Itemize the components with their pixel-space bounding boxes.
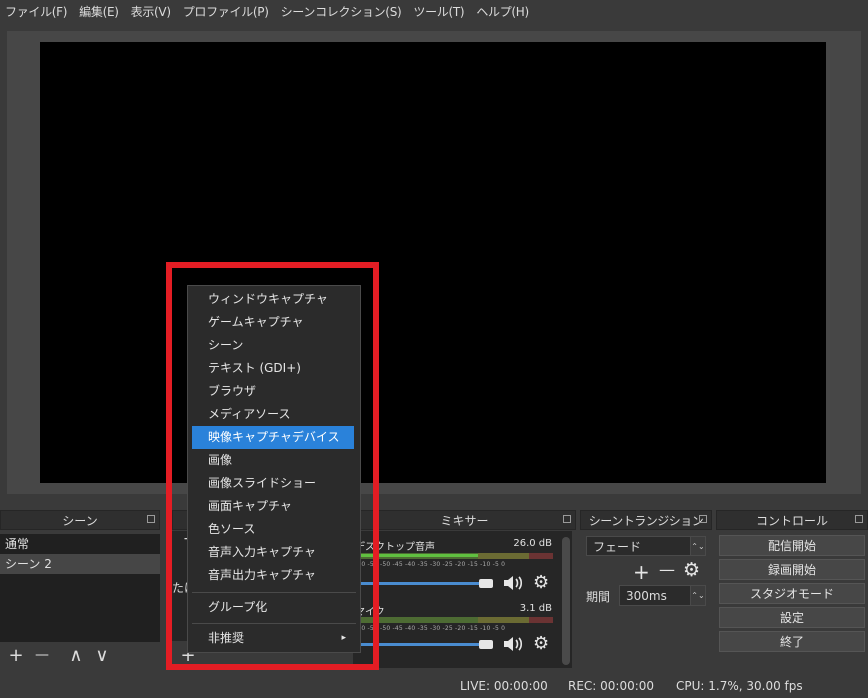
gear-icon[interactable]: ⚙ [533, 633, 549, 654]
mixer-track-db: 3.1 dB [519, 603, 552, 614]
settings-button[interactable]: 設定 [719, 607, 865, 628]
preview-canvas[interactable] [40, 42, 826, 483]
menu-edit[interactable]: 編集(E) [74, 3, 125, 20]
duration-label: 期間 [586, 590, 611, 604]
float-dock-icon[interactable] [563, 515, 571, 523]
status-live: LIVE: 00:00:00 [460, 679, 548, 693]
speaker-icon[interactable] [502, 574, 524, 592]
mixer-dock-title: ミキサー [353, 510, 576, 530]
scenes-toolbar: + — ∧ ∨ [6, 644, 112, 666]
scene-list: 通常 シーン 2 [0, 534, 160, 642]
move-scene-down-icon[interactable]: ∨ [92, 645, 112, 666]
scenes-title: シーン [62, 513, 98, 528]
select-arrows-icon: ⌃⌄ [690, 537, 705, 555]
duration-value: 300ms [626, 588, 667, 603]
transition-select-value: フェード [593, 539, 642, 554]
float-dock-icon[interactable] [147, 515, 155, 523]
mixer-scrollbar[interactable] [562, 537, 570, 665]
move-scene-up-icon[interactable]: ∧ [66, 645, 86, 666]
speaker-icon[interactable] [502, 635, 524, 653]
scene-item[interactable]: 通常 [0, 534, 160, 554]
controls-dock-title: コントロール [716, 510, 868, 530]
spin-arrows-icon[interactable]: ⌃⌄ [690, 586, 705, 605]
menu-bar: ファイル(F) 編集(E) 表示(V) プロファイル(P) シーンコレクション(… [0, 0, 868, 22]
remove-transition-icon[interactable]: — [659, 560, 675, 579]
volume-slider-handle[interactable] [479, 640, 493, 649]
remove-scene-icon[interactable]: — [32, 647, 52, 663]
add-transition-icon[interactable]: + [633, 560, 650, 584]
start-recording-button[interactable]: 録画開始 [719, 559, 865, 580]
mixer-body: デスクトップ音声 26.0 dB -60 -55 -50 -45 -40 -35… [353, 531, 572, 668]
duration-spinbox[interactable]: 300ms ⌃⌄ [619, 585, 706, 606]
transitions-dock-title: シーントランジション [580, 510, 712, 530]
mixer-title: ミキサー [440, 513, 489, 528]
annotation-highlight-box [166, 262, 379, 670]
menu-file[interactable]: ファイル(F) [0, 3, 74, 20]
status-cpu: CPU: 1.7%, 30.00 fps [676, 679, 803, 693]
transitions-title: シーントランジション [588, 513, 704, 528]
controls-title: コントロール [755, 513, 828, 528]
mixer-track-db: 26.0 dB [513, 538, 552, 549]
status-rec: REC: 00:00:00 [568, 679, 655, 693]
audio-meter [355, 617, 553, 623]
transition-select[interactable]: フェード ⌃⌄ [586, 536, 706, 556]
studio-mode-button[interactable]: スタジオモード [719, 583, 865, 604]
menu-help[interactable]: ヘルプ(H) [471, 3, 536, 20]
gear-icon[interactable]: ⚙ [683, 559, 700, 581]
menu-scene-collection[interactable]: シーンコレクション(S) [276, 3, 409, 20]
menu-tools[interactable]: ツール(T) [408, 3, 471, 20]
gear-icon[interactable]: ⚙ [533, 572, 549, 593]
volume-slider-handle[interactable] [479, 579, 493, 588]
exit-button[interactable]: 終了 [719, 631, 865, 652]
start-streaming-button[interactable]: 配信開始 [719, 535, 865, 556]
menu-profile[interactable]: プロファイル(P) [178, 3, 276, 20]
float-dock-icon[interactable] [855, 515, 863, 523]
scene-item-selected[interactable]: シーン 2 [0, 554, 160, 574]
scenes-dock-title: シーン [0, 510, 160, 530]
float-dock-icon[interactable] [699, 515, 707, 523]
menu-view[interactable]: 表示(V) [126, 3, 178, 20]
add-scene-icon[interactable]: + [6, 645, 26, 666]
